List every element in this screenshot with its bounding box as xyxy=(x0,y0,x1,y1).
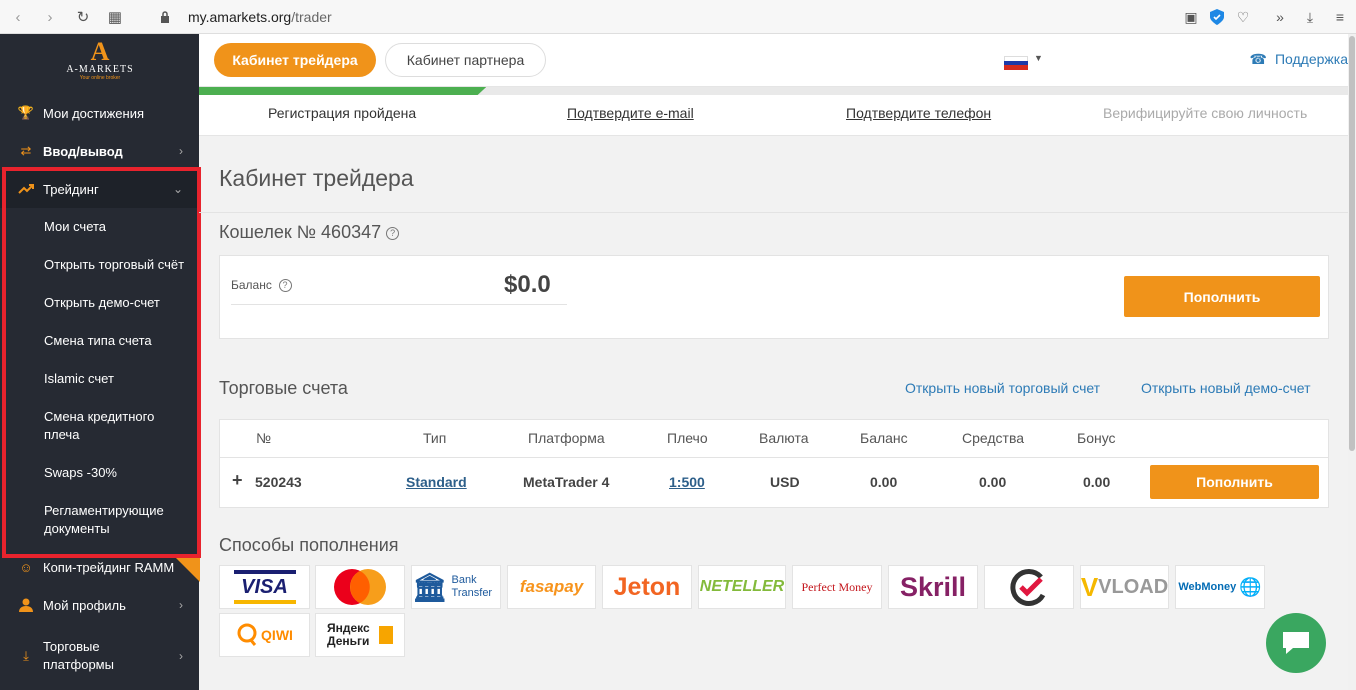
account-bonus: 0.00 xyxy=(1083,474,1111,490)
tab-partner-cabinet[interactable]: Кабинет партнера xyxy=(385,43,546,77)
payment-yandex-money[interactable]: Яндекс Деньги xyxy=(315,613,405,657)
top-bar: Кабинет трейдера Кабинет партнера ▼ ☎ Под… xyxy=(199,34,1348,86)
sidebar-item-deposit-withdraw[interactable]: ⇄ Ввод/вывод › xyxy=(0,132,199,170)
payment-mastercard[interactable] xyxy=(315,565,405,609)
address-bar[interactable]: my.amarkets.org/trader xyxy=(188,7,332,27)
support-link[interactable]: ☎ Поддержка xyxy=(1250,51,1349,68)
payment-perfect-money[interactable]: Perfect Money xyxy=(792,565,882,609)
column-header: Валюта xyxy=(759,430,809,446)
payment-vload[interactable]: V VLOAD xyxy=(1080,565,1169,609)
balance-label: Баланс ? xyxy=(231,278,292,293)
account-currency: USD xyxy=(770,474,800,490)
account-leverage-link[interactable]: 1:500 xyxy=(669,474,705,490)
highlight-frame xyxy=(2,167,201,558)
user-icon xyxy=(18,597,34,613)
column-header: Средства xyxy=(962,430,1025,446)
shield-check-icon[interactable] xyxy=(1207,7,1227,27)
accounts-table: № Тип Платформа Плечо Валюта Баланс Сред… xyxy=(219,419,1329,508)
trophy-icon: 🏆 xyxy=(17,105,35,120)
reload-icon[interactable]: ↻ xyxy=(73,7,93,27)
payment-neteller[interactable]: NETELLER xyxy=(698,565,786,609)
divider xyxy=(231,304,567,305)
account-balance: 0.00 xyxy=(870,474,898,490)
chat-button[interactable] xyxy=(1266,613,1326,673)
sidebar-item-platforms[interactable]: ⤓ Торговые платформы › xyxy=(0,634,199,678)
menu-icon[interactable]: ≡ xyxy=(1330,7,1350,27)
wallet-title: Кошелек № 460347 ? xyxy=(219,222,400,243)
download-icon[interactable]: ⤓ xyxy=(1300,7,1320,27)
language-flag-icon[interactable] xyxy=(1004,56,1028,70)
chevron-right-icon: › xyxy=(179,144,183,158)
payment-bank-transfer[interactable]: 🏛 Bank Transfer xyxy=(411,565,501,609)
back-icon[interactable]: ‹ xyxy=(8,7,28,27)
transfer-icon: ⇄ xyxy=(20,143,32,158)
account-type-link[interactable]: Standard xyxy=(406,474,467,490)
column-header: Баланс xyxy=(860,430,908,446)
help-icon[interactable]: ? xyxy=(278,279,292,293)
expand-row-icon[interactable]: + xyxy=(232,470,243,491)
payment-methods-title: Способы пополнения xyxy=(219,535,399,555)
forward-icon[interactable]: › xyxy=(40,7,60,27)
sidebar-item-profile[interactable]: Мой профиль › xyxy=(0,586,199,624)
progress-fill xyxy=(199,87,487,95)
balance-value: $0.0 xyxy=(504,271,551,298)
tab-trader-cabinet[interactable]: Кабинет трейдера xyxy=(214,43,376,77)
open-demo-account-link[interactable]: Открыть новый демо-счет xyxy=(1141,380,1311,396)
divider xyxy=(220,457,1328,458)
verification-steps: Регистрация пройдена Подтвердите e-mail … xyxy=(199,86,1348,136)
grid-icon[interactable]: ▦ xyxy=(105,7,125,27)
chevron-right-icon: › xyxy=(179,598,183,612)
payment-fasapay[interactable]: fasapay xyxy=(507,565,596,609)
download-icon: ⤓ xyxy=(23,648,29,663)
column-header: Тип xyxy=(423,430,447,446)
camera-icon[interactable]: ▣ xyxy=(1181,7,1201,27)
chevron-right-icon: › xyxy=(179,649,183,663)
help-icon[interactable]: ? xyxy=(386,226,400,240)
scrollbar[interactable] xyxy=(1348,34,1356,690)
users-icon: ☺ xyxy=(19,559,33,575)
scrollbar-thumb[interactable] xyxy=(1349,36,1355,451)
step-registration: Регистрация пройдена xyxy=(268,105,417,121)
more-extensions-icon[interactable]: » xyxy=(1270,7,1290,27)
account-platform: MetaTrader 4 xyxy=(523,474,610,490)
payment-skrill[interactable]: Skrill xyxy=(888,565,978,609)
step-confirm-email[interactable]: Подтвердите e-mail xyxy=(567,105,694,121)
chat-icon xyxy=(1283,632,1309,654)
accounts-title: Торговые счета xyxy=(219,378,348,398)
step-verify-identity: Верифицируйте свою личность xyxy=(1103,105,1308,121)
page-title: Кабинет трейдера xyxy=(219,165,414,191)
phone-icon: ☎ xyxy=(1249,51,1267,67)
open-trading-account-link[interactable]: Открыть новый торговый счет xyxy=(905,380,1100,396)
heart-icon[interactable]: ♡ xyxy=(1233,7,1253,27)
column-header: Бонус xyxy=(1077,430,1116,446)
logo[interactable]: A A-MARKETS Your online broker xyxy=(60,39,140,86)
lock-icon xyxy=(155,7,175,27)
browser-toolbar: ‹ › ↻ ▦ my.amarkets.org/trader ▣ ♡ » ⤓ ≡ xyxy=(0,0,1356,34)
wallet-deposit-button[interactable]: Пополнить xyxy=(1124,276,1320,317)
payment-webmoney[interactable]: WebMoney 🌐 xyxy=(1175,565,1265,609)
payment-payeer[interactable] xyxy=(984,565,1074,609)
payment-visa[interactable]: VISA xyxy=(219,565,310,609)
column-header: № xyxy=(256,430,272,446)
wallet-card: Баланс ? $0.0 Пополнить xyxy=(219,255,1329,339)
step-confirm-phone[interactable]: Подтвердите телефон xyxy=(846,105,991,121)
divider xyxy=(199,212,1348,213)
account-funds: 0.00 xyxy=(979,474,1007,490)
payment-jeton[interactable]: Jeton xyxy=(602,565,692,609)
chevron-down-icon[interactable]: ▼ xyxy=(1034,53,1043,63)
payment-qiwi[interactable]: QIWI xyxy=(219,613,310,657)
column-header: Платформа xyxy=(528,430,605,446)
account-number: 520243 xyxy=(255,474,302,490)
sidebar-item-copy-trading[interactable]: ☺ Копи-трейдинг RAMM xyxy=(0,548,199,586)
column-header: Плечо xyxy=(667,430,708,446)
sidebar-item-achievements[interactable]: 🏆 Мои достижения xyxy=(0,94,199,132)
account-deposit-button[interactable]: Пополнить xyxy=(1150,465,1319,499)
